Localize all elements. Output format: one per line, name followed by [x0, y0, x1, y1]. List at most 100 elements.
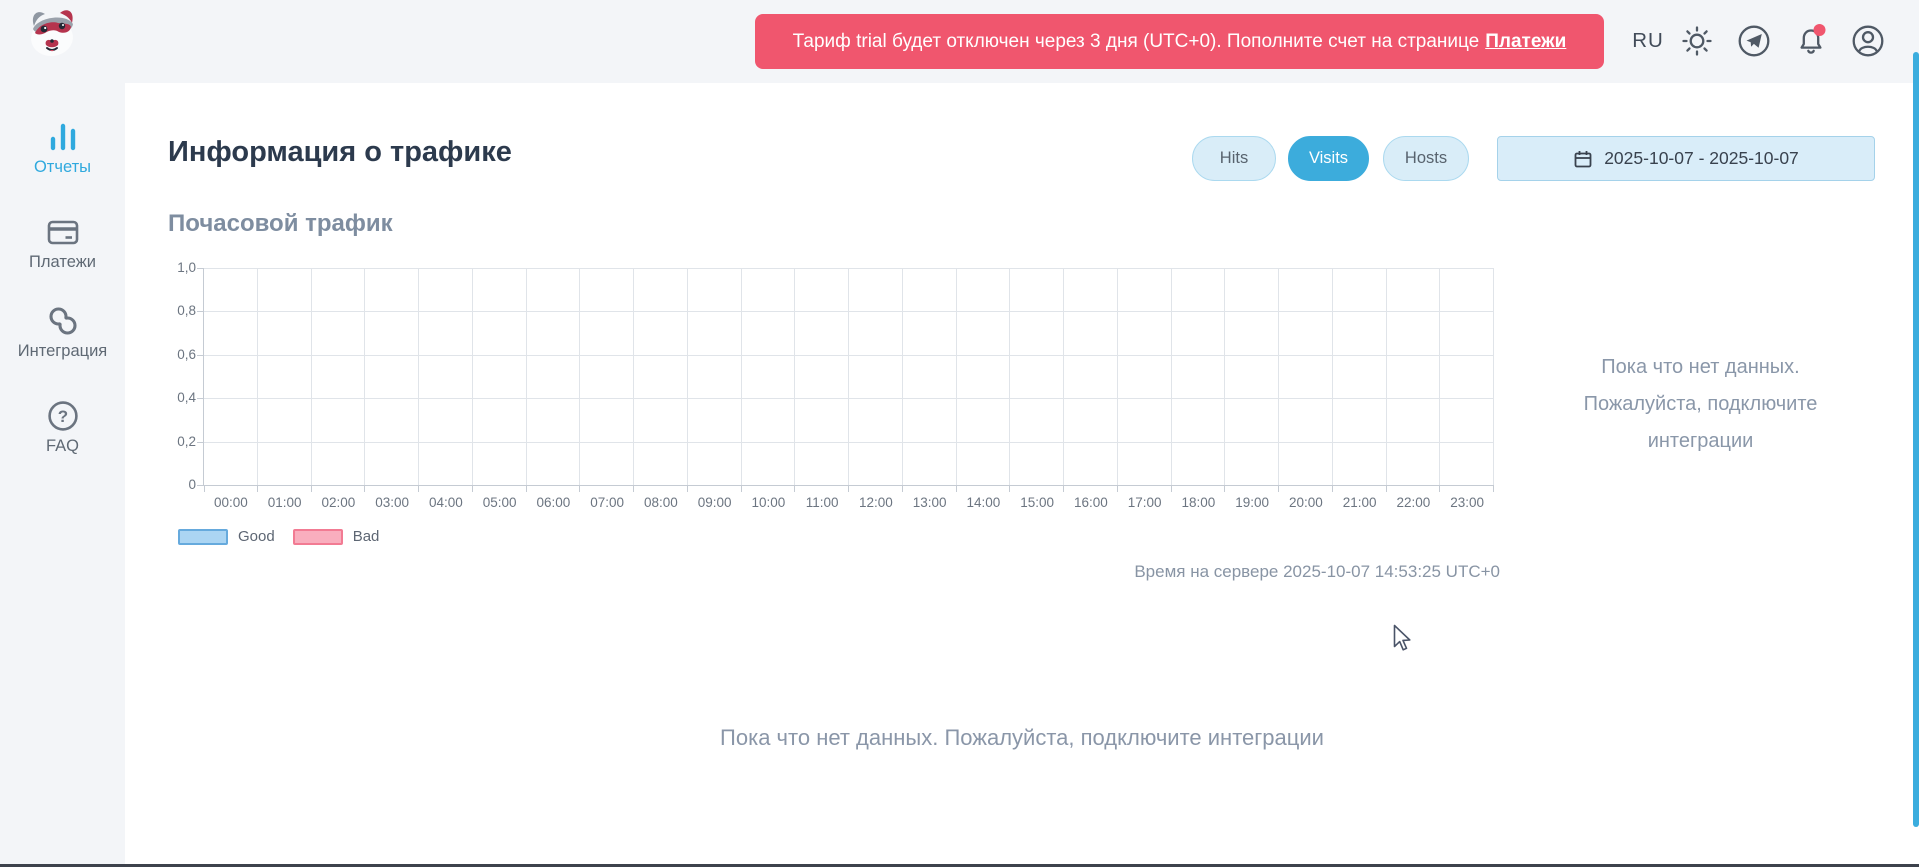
x-axis-tick [1224, 486, 1225, 492]
gridline-vertical [1171, 268, 1172, 485]
sidebar-item-payments[interactable]: Платежи [0, 214, 125, 272]
telegram-icon[interactable] [1737, 24, 1771, 58]
gridline-horizontal [204, 268, 1494, 269]
gridline-horizontal [204, 355, 1494, 356]
x-axis-label: 19:00 [1225, 495, 1279, 510]
x-axis-label: 03:00 [365, 495, 419, 510]
x-axis-label: 22:00 [1387, 495, 1441, 510]
y-axis-label: 0,4 [154, 391, 196, 405]
trial-warning-banner: Тариф trial будет отключен через 3 дня (… [755, 14, 1604, 69]
x-axis-tick [364, 486, 365, 492]
legend-label: Bad [353, 528, 380, 545]
page-title: Информация о трафике [168, 136, 512, 169]
gridline-vertical [956, 268, 957, 485]
sidebar-item-label: Интеграция [18, 342, 108, 361]
gridline-vertical [741, 268, 742, 485]
x-axis-label: 07:00 [580, 495, 634, 510]
x-axis-label: 23:00 [1440, 495, 1494, 510]
gridline-vertical [1386, 268, 1387, 485]
x-axis-tick [794, 486, 795, 492]
gridline-vertical [848, 268, 849, 485]
sidebar-item-label: FAQ [46, 437, 79, 456]
section-title: Почасовой трафик [168, 210, 393, 238]
payments-link[interactable]: Платежи [1485, 31, 1566, 53]
banner-text: Тариф trial будет отключен через 3 дня (… [793, 31, 1480, 53]
sidebar-item-faq[interactable]: ? FAQ [0, 398, 125, 456]
x-axis-tick [526, 486, 527, 492]
sidebar-item-integration[interactable]: Интеграция [0, 303, 125, 361]
x-axis-label: 13:00 [903, 495, 957, 510]
gridline-vertical [311, 268, 312, 485]
raccoon-logo[interactable] [24, 7, 80, 63]
date-range-picker[interactable]: 2025-10-07 - 2025-10-07 [1497, 136, 1875, 181]
gridline-vertical [687, 268, 688, 485]
x-axis-label: 04:00 [419, 495, 473, 510]
legend-swatch-good [178, 529, 228, 545]
gridline-vertical [1493, 268, 1494, 485]
x-axis-tick [472, 486, 473, 492]
x-axis-tick [1332, 486, 1333, 492]
x-axis-label: 16:00 [1064, 495, 1118, 510]
x-axis-label: 09:00 [688, 495, 742, 510]
question-circle-icon: ? [45, 398, 81, 434]
gridline-vertical [1332, 268, 1333, 485]
y-axis-tick [197, 398, 203, 399]
logo-nose [50, 39, 54, 43]
y-axis-label: 1,0 [154, 261, 196, 275]
sidebar-item-label: Платежи [29, 253, 96, 272]
link-icon [45, 303, 81, 339]
y-axis-tick [197, 442, 203, 443]
gridline-vertical [1278, 268, 1279, 485]
legend-item: Bad [293, 528, 380, 545]
x-axis-tick [1171, 486, 1172, 492]
x-axis-tick [257, 486, 258, 492]
x-axis-tick [579, 486, 580, 492]
x-axis-label: 10:00 [742, 495, 796, 510]
x-axis-tick [741, 486, 742, 492]
tab-hosts[interactable]: Hosts [1383, 136, 1469, 181]
x-axis-label: 14:00 [957, 495, 1011, 510]
x-axis-tick [687, 486, 688, 492]
no-data-bottom-message: Пока что нет данных. Пожалуйста, подключ… [125, 725, 1919, 751]
tab-hits[interactable]: Hits [1192, 136, 1276, 181]
calendar-icon [1573, 149, 1593, 169]
y-axis-label: 0,2 [154, 435, 196, 449]
account-icon[interactable] [1851, 24, 1885, 58]
notifications-bell-icon[interactable] [1794, 24, 1828, 58]
x-axis-label: 12:00 [849, 495, 903, 510]
gridline-vertical [633, 268, 634, 485]
x-axis-label: 01:00 [258, 495, 312, 510]
gridline-horizontal [204, 398, 1494, 399]
theme-toggle-sun-icon[interactable] [1680, 24, 1714, 58]
date-range-value: 2025-10-07 - 2025-10-07 [1604, 148, 1799, 169]
svg-text:?: ? [57, 407, 67, 426]
sidebar-item-label: Отчеты [34, 158, 91, 177]
x-axis-label: 20:00 [1279, 495, 1333, 510]
legend-item: Good [178, 528, 275, 545]
x-axis-label: 15:00 [1010, 495, 1064, 510]
chart-legend: Good Bad [178, 528, 397, 545]
scrollbar-thumb[interactable] [1913, 52, 1919, 827]
credit-card-icon [45, 214, 81, 250]
sidebar-item-reports[interactable]: Отчеты [0, 119, 125, 177]
x-axis-label: 02:00 [312, 495, 366, 510]
x-axis-tick [902, 486, 903, 492]
x-axis-tick [848, 486, 849, 492]
gridline-vertical [364, 268, 365, 485]
x-axis-label: 11:00 [795, 495, 849, 510]
x-axis-tick [956, 486, 957, 492]
x-axis-label: 08:00 [634, 495, 688, 510]
x-axis-label: 06:00 [527, 495, 581, 510]
language-selector[interactable]: RU [1626, 29, 1670, 53]
x-axis-label: 05:00 [473, 495, 527, 510]
x-axis-tick [1278, 486, 1279, 492]
gridline-vertical [1063, 268, 1064, 485]
x-axis-tick [633, 486, 634, 492]
tab-visits[interactable]: Visits [1288, 136, 1369, 181]
legend-swatch-bad [293, 529, 343, 545]
gridline-vertical [1439, 268, 1440, 485]
y-axis-tick [197, 268, 203, 269]
gridline-vertical [472, 268, 473, 485]
legend-label: Good [238, 528, 275, 545]
notification-dot [1814, 24, 1826, 36]
